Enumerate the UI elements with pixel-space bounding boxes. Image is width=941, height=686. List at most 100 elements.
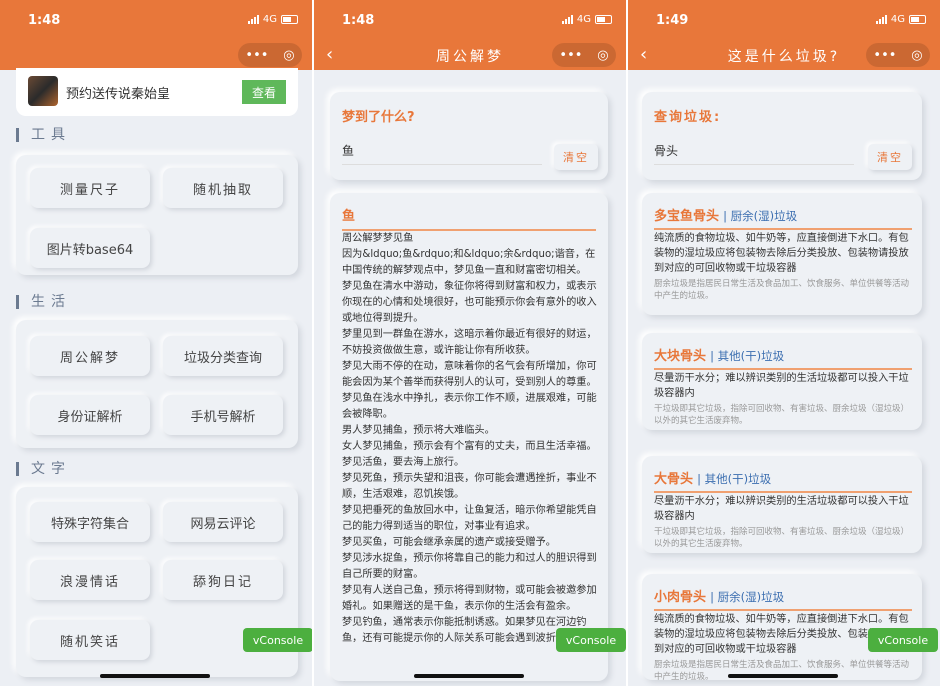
result-body: 尽量沥干水分；难以辨识类别的生活垃圾都可以投入干垃圾容器内干垃圾即其它垃圾，指除…	[654, 494, 912, 550]
network-label: 4G	[262, 14, 277, 25]
dream-paragraph: 女人梦见捕鱼，预示会有个富有的丈夫，而且生活幸福。	[342, 441, 597, 452]
item-category: | 厨余(湿)垃圾	[710, 590, 785, 604]
capsule-menu: ••• ◎	[238, 43, 302, 67]
category-explanation: 干垃圾即其它垃圾，指除可回收物、有害垃圾、厨余垃圾（湿垃圾）以外的其它生活废弃物…	[654, 527, 910, 549]
text-jokes[interactable]: 随机笑话	[30, 620, 150, 660]
vconsole-button[interactable]: vConsole	[556, 628, 626, 652]
disposal-tip: 尽量沥干水分；难以辨识类别的生活垃圾都可以投入干垃圾容器内	[654, 373, 909, 399]
life-dream[interactable]: 周公解梦	[30, 336, 150, 376]
result-header: 大块骨头 | 其他(干)垃圾	[654, 345, 912, 370]
nav-bar: 1:48 4G ••• ◎	[0, 0, 312, 70]
clear-button[interactable]: 清空	[868, 144, 912, 170]
home-indicator	[414, 674, 524, 678]
tool-ruler[interactable]: 测量尺子	[30, 168, 150, 208]
dream-paragraph: 男人梦见捕鱼，预示将大难临头。	[342, 425, 495, 436]
life-phone[interactable]: 手机号解析	[163, 395, 283, 435]
garbage-screen: 1:49 4G ‹ 这是什么垃圾? ••• ◎ 查询垃圾: 骨头 清空 多宝鱼骨头…	[628, 0, 940, 686]
tool-image-base64[interactable]: 图片转base64	[30, 228, 150, 268]
text-special-chars[interactable]: 特殊字符集合	[30, 502, 150, 542]
result-card: 多宝鱼骨头 | 厨余(湿)垃圾 纯流质的食物垃圾、如牛奶等，应直接倒进下水口。有…	[642, 193, 922, 315]
result-header: 小肉骨头 | 厨余(湿)垃圾	[654, 586, 912, 611]
tool-random-pick[interactable]: 随机抽取	[163, 168, 283, 208]
battery-icon	[281, 15, 298, 24]
status-time: 1:48	[342, 13, 375, 28]
category-explanation: 厨余垃圾是指居民日常生活及食品加工、饮食服务、单位供餐等活动中产生的垃圾。	[654, 279, 910, 301]
home-indicator	[100, 674, 210, 678]
result-card: 大块骨头 | 其他(干)垃圾 尽量沥干水分；难以辨识类别的生活垃圾都可以投入干垃…	[642, 333, 922, 430]
battery-icon	[909, 15, 926, 24]
close-mini-icon[interactable]: ◎	[283, 48, 294, 63]
battery-icon	[595, 15, 612, 24]
result-card: 鱼 周公解梦梦见鱼因为&ldquo;鱼&rdquo;和&ldquo;余&rdqu…	[330, 193, 608, 681]
status-time: 1:49	[656, 13, 689, 28]
signal-icon	[875, 15, 887, 24]
disposal-tip: 纯流质的食物垃圾、如牛奶等，应直接倒进下水口。有包装物的湿垃圾应将包装物去除后分…	[654, 233, 909, 274]
dream-paragraph: 梦见涉水捉鱼，预示你将靠自己的能力和过人的胆识得到自己所要的财富。	[342, 553, 597, 580]
vconsole-button[interactable]: vConsole	[243, 628, 312, 652]
dream-paragraph: 梦见鱼在清水中游动，象征你将得到财富和权力，或表示你现在的心情和处境很好，也可能…	[342, 281, 597, 324]
life-garbage[interactable]: 垃圾分类查询	[163, 336, 283, 376]
dream-paragraph: 梦见活鱼，要去海上旅行。	[342, 457, 465, 468]
dream-paragraph: 梦见买鱼，可能会继承亲属的遗产或接受赠予。	[342, 537, 556, 548]
screenshot-strip: 1:48 4G ••• ◎ 预约送传说秦始皇 查看 工具 测量尺子 随机抽取 图片…	[0, 0, 941, 686]
text-diary[interactable]: 舔狗日记	[163, 560, 283, 600]
close-mini-icon[interactable]: ◎	[911, 48, 922, 63]
more-icon[interactable]: •••	[873, 48, 896, 63]
more-icon[interactable]: •••	[245, 48, 268, 63]
section-title-life: 生活	[16, 295, 71, 309]
close-mini-icon[interactable]: ◎	[597, 48, 608, 63]
text-love-words[interactable]: 浪漫情话	[30, 560, 150, 600]
dream-input[interactable]: 鱼	[342, 142, 542, 165]
result-body: 尽量沥干水分；难以辨识类别的生活垃圾都可以投入干垃圾容器内干垃圾即其它垃圾，指除…	[654, 371, 912, 427]
ad-banner[interactable]: 预约送传说秦始皇 查看	[16, 68, 298, 116]
category-explanation: 厨余垃圾是指居民日常生活及食品加工、饮食服务、单位供餐等活动中产生的垃圾。	[654, 660, 910, 682]
dream-paragraph: 梦里见到一群鱼在游水，这暗示着你最近有很好的财运，不妨投资做做生意，或许能让你有…	[342, 329, 597, 356]
result-card: 大骨头 | 其他(干)垃圾 尽量沥干水分；难以辨识类别的生活垃圾都可以投入干垃圾…	[642, 456, 922, 553]
result-header: 大骨头 | 其他(干)垃圾	[654, 468, 912, 493]
disposal-tip: 尽量沥干水分；难以辨识类别的生活垃圾都可以投入干垃圾容器内	[654, 496, 909, 522]
result-text: 周公解梦梦见鱼因为&ldquo;鱼&rdquo;和&ldquo;余&rdquo;…	[342, 231, 600, 647]
signal-icon	[561, 15, 573, 24]
result-body: 纯流质的食物垃圾、如牛奶等，应直接倒进下水口。有包装物的湿垃圾应将包装物去除后分…	[654, 231, 912, 302]
result-card: 小肉骨头 | 厨余(湿)垃圾 纯流质的食物垃圾、如牛奶等，应直接倒进下水口。有包…	[642, 574, 922, 682]
network-label: 4G	[890, 14, 905, 25]
item-name: 小肉骨头	[654, 590, 707, 605]
dream-paragraph: 梦见有人送自己鱼，预示将得到财物，或可能会被邀参加婚礼。如果赠送的是干鱼，表示你…	[342, 585, 597, 612]
garbage-input[interactable]: 骨头	[654, 142, 854, 165]
status-icons: 4G	[247, 14, 298, 25]
signal-icon	[247, 15, 259, 24]
dream-paragraph: 周公解梦梦见鱼	[342, 233, 414, 244]
view-button[interactable]: 查看	[242, 80, 286, 104]
search-card: 梦到了什么? 鱼 清空	[330, 92, 608, 180]
item-category: | 其他(干)垃圾	[697, 472, 772, 486]
ad-avatar	[28, 76, 58, 106]
dream-paragraph: 梦见大雨不停的在动，意味着你的名气会有所增加，你可能会因为某个善举而获得别人的认…	[342, 361, 597, 388]
dream-paragraph: 梦见把垂死的鱼放回水中，让鱼复活，暗示你希望能凭自己的能力得到适当的职位，对事业…	[342, 505, 597, 532]
life-idcard[interactable]: 身份证解析	[30, 395, 150, 435]
item-name: 多宝鱼骨头	[654, 209, 720, 224]
dream-paragraph: 因为&ldquo;鱼&rdquo;和&ldquo;余&rdquo;谐音，在中国传…	[342, 249, 596, 276]
status-icons: 4G	[875, 14, 926, 25]
dream-screen: 1:48 4G ‹ 周公解梦 ••• ◎ 梦到了什么? 鱼 清空 鱼 周公解梦梦见…	[314, 0, 626, 686]
more-icon[interactable]: •••	[559, 48, 582, 63]
item-name: 大块骨头	[654, 349, 707, 364]
status-time: 1:48	[28, 13, 61, 28]
result-title: 鱼	[342, 205, 596, 231]
home-screen: 1:48 4G ••• ◎ 预约送传说秦始皇 查看 工具 测量尺子 随机抽取 图片…	[0, 0, 312, 686]
dream-paragraph: 梦见鱼在浅水中挣扎，表示你工作不顺，进展艰难，可能会被降职。	[342, 393, 597, 420]
search-card: 查询垃圾: 骨头 清空	[642, 92, 922, 180]
status-icons: 4G	[561, 14, 612, 25]
category-explanation: 干垃圾即其它垃圾，指除可回收物、有害垃圾、厨余垃圾（湿垃圾）以外的其它生活废弃物…	[654, 404, 910, 426]
capsule-menu: ••• ◎	[866, 43, 930, 67]
text-netease-comments[interactable]: 网易云评论	[163, 502, 283, 542]
search-label: 梦到了什么?	[342, 110, 415, 125]
vconsole-button[interactable]: vConsole	[868, 628, 938, 652]
home-indicator	[728, 674, 838, 678]
item-category: | 厨余(湿)垃圾	[723, 209, 798, 223]
nav-bar: 1:49 4G ‹ 这是什么垃圾? ••• ◎	[628, 0, 940, 70]
capsule-menu: ••• ◎	[552, 43, 616, 67]
clear-button[interactable]: 清空	[554, 144, 598, 170]
section-title-tools: 工具	[16, 128, 71, 142]
dream-paragraph: 梦见死鱼，预示失望和沮丧，你可能会遭遇挫折，事业不顺，生活艰难，忍饥挨饿。	[342, 473, 597, 500]
ad-text: 预约送传说秦始皇	[66, 87, 171, 102]
